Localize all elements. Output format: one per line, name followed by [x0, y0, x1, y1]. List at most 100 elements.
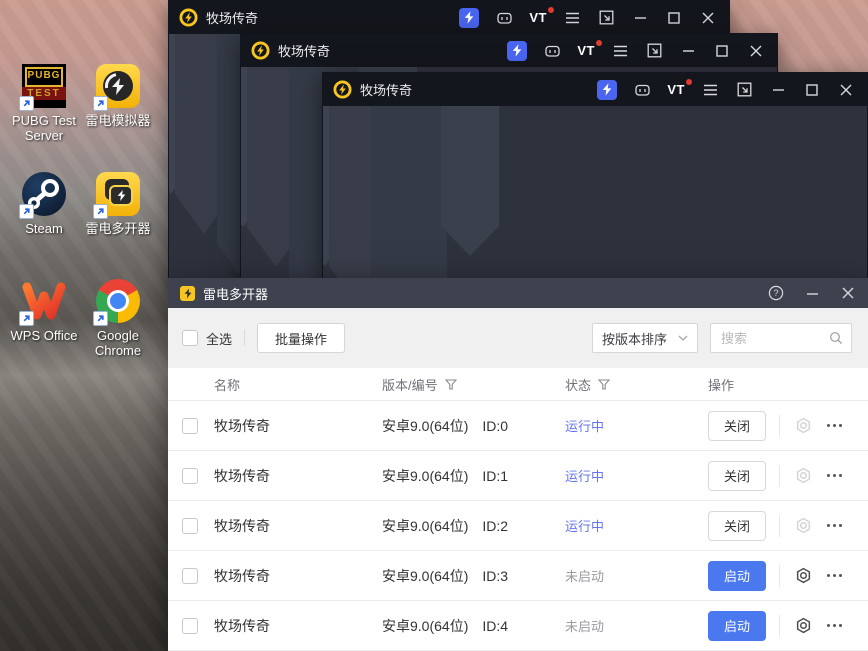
- emulator-titlebar[interactable]: 牧场传奇 VT: [169, 1, 729, 34]
- instance-name: 牧场传奇: [214, 417, 270, 434]
- table-row: 牧场传奇 安卓9.0(64位) ID:4 未启动 启动: [168, 601, 868, 651]
- close-button[interactable]: [837, 81, 855, 99]
- desktop-icon-label: Steam: [25, 221, 63, 236]
- settings-gear-icon[interactable]: [794, 567, 812, 585]
- vt-label: VT: [529, 10, 547, 25]
- divider: [779, 614, 780, 637]
- search-input[interactable]: [721, 330, 829, 346]
- ldplayer-icon: [93, 64, 140, 111]
- minimize-button[interactable]: [679, 42, 697, 60]
- sort-dropdown[interactable]: 按版本排序: [592, 323, 698, 353]
- row-checkbox[interactable]: [182, 467, 198, 484]
- close-button[interactable]: [747, 42, 765, 60]
- more-options-icon[interactable]: [827, 474, 842, 477]
- settings-gear-icon[interactable]: [794, 617, 812, 635]
- ld-multi-opener-logo-icon: [180, 285, 195, 301]
- resize-icon[interactable]: [735, 81, 753, 99]
- emulator-titlebar[interactable]: 牧场传奇 VT: [241, 34, 777, 67]
- more-options-icon[interactable]: [827, 524, 842, 527]
- desktop-icon-ldplayer-emulator[interactable]: 雷电模拟器: [76, 64, 160, 128]
- stop-button[interactable]: 关闭: [708, 460, 766, 491]
- resize-icon[interactable]: [597, 9, 615, 27]
- minimize-button[interactable]: [631, 9, 649, 27]
- maximize-button[interactable]: [665, 9, 683, 27]
- manager-titlebar[interactable]: 雷电多开器 ?: [168, 278, 868, 308]
- help-icon[interactable]: ?: [768, 285, 784, 301]
- gamepad-icon[interactable]: [543, 42, 561, 60]
- boost-icon[interactable]: [597, 79, 618, 100]
- status-badge: 运行中: [565, 419, 605, 434]
- table-row: 牧场传奇 安卓9.0(64位) ID:1 运行中 关闭: [168, 451, 868, 501]
- more-options-icon[interactable]: [827, 624, 842, 627]
- window-title: 牧场传奇: [278, 44, 331, 59]
- gamepad-icon[interactable]: [633, 81, 651, 99]
- desktop-icon-google-chrome[interactable]: Google Chrome: [76, 279, 160, 358]
- shortcut-arrow-icon: [19, 311, 34, 326]
- filter-icon[interactable]: [444, 378, 457, 390]
- desktop-icon-wps-office[interactable]: WPS Office: [2, 279, 86, 343]
- start-button[interactable]: 启动: [708, 610, 766, 641]
- menu-icon[interactable]: [563, 9, 581, 27]
- emulator-titlebar[interactable]: 牧场传奇 VT: [323, 73, 867, 106]
- desktop-icon-label: 雷电模拟器: [85, 113, 151, 128]
- row-checkbox[interactable]: [182, 617, 198, 634]
- desktop-icon-steam[interactable]: Steam: [2, 172, 86, 236]
- chrome-icon: [93, 279, 140, 326]
- menu-icon[interactable]: [701, 81, 719, 99]
- row-checkbox[interactable]: [182, 517, 198, 534]
- divider: [779, 514, 780, 537]
- instance-id: ID:0: [482, 417, 509, 434]
- sort-dropdown-value: 按版本排序: [602, 331, 668, 347]
- boost-icon[interactable]: [507, 40, 528, 61]
- search-icon: [830, 332, 843, 345]
- gamepad-icon[interactable]: [495, 9, 513, 27]
- row-checkbox[interactable]: [182, 417, 198, 434]
- notification-dot: [686, 79, 692, 85]
- close-button[interactable]: [699, 9, 717, 27]
- divider: [244, 330, 246, 346]
- close-button[interactable]: [840, 285, 856, 301]
- desktop-icon-label: WPS Office: [10, 328, 78, 343]
- header-name: 名称: [214, 377, 241, 393]
- chevron-down-icon: [678, 335, 688, 341]
- svg-text:?: ?: [773, 288, 778, 298]
- desktop-icon-pubg-test-server[interactable]: PUBG TEST PUBG Test Server: [2, 64, 86, 143]
- stop-button[interactable]: 关闭: [708, 410, 766, 441]
- settings-gear-icon[interactable]: [794, 467, 812, 485]
- instance-name: 牧场传奇: [214, 517, 270, 534]
- vt-badge[interactable]: VT: [667, 79, 692, 97]
- maximize-button[interactable]: [713, 42, 731, 60]
- maximize-button[interactable]: [803, 81, 821, 99]
- emulator-window-3: 牧场传奇 VT: [322, 72, 868, 292]
- ld-multi-opener-icon: [93, 172, 140, 219]
- select-all-checkbox[interactable]: [182, 330, 198, 346]
- more-options-icon[interactable]: [827, 424, 842, 427]
- status-badge: 未启动: [565, 619, 605, 634]
- filter-icon[interactable]: [598, 378, 611, 390]
- more-options-icon[interactable]: [827, 574, 842, 577]
- instance-id: ID:4: [482, 617, 509, 634]
- batch-operations-button[interactable]: 批量操作: [257, 323, 346, 353]
- settings-gear-icon[interactable]: [794, 517, 812, 535]
- settings-gear-icon[interactable]: [794, 417, 812, 435]
- divider: [779, 564, 780, 587]
- vt-label: VT: [667, 82, 685, 97]
- row-checkbox[interactable]: [182, 567, 198, 584]
- desktop-icon-ld-multi-opener[interactable]: 雷电多开器: [76, 172, 160, 236]
- notification-dot: [596, 40, 602, 46]
- start-button[interactable]: 启动: [708, 560, 766, 591]
- resize-icon[interactable]: [645, 42, 663, 60]
- steam-icon: [19, 172, 66, 219]
- menu-icon[interactable]: [611, 42, 629, 60]
- instance-version: 安卓9.0(64位): [382, 617, 469, 634]
- window-title: 雷电多开器: [203, 286, 269, 302]
- shortcut-arrow-icon: [93, 96, 108, 111]
- multi-opener-window: 雷电多开器 ? 全选 批量操作 按版本排序 名称: [168, 278, 868, 651]
- vt-badge[interactable]: VT: [577, 40, 602, 58]
- minimize-button[interactable]: [769, 81, 787, 99]
- stop-button[interactable]: 关闭: [708, 510, 766, 541]
- boost-icon[interactable]: [459, 7, 480, 28]
- shortcut-arrow-icon: [19, 96, 34, 111]
- minimize-button[interactable]: [804, 285, 820, 301]
- vt-badge[interactable]: VT: [529, 7, 554, 25]
